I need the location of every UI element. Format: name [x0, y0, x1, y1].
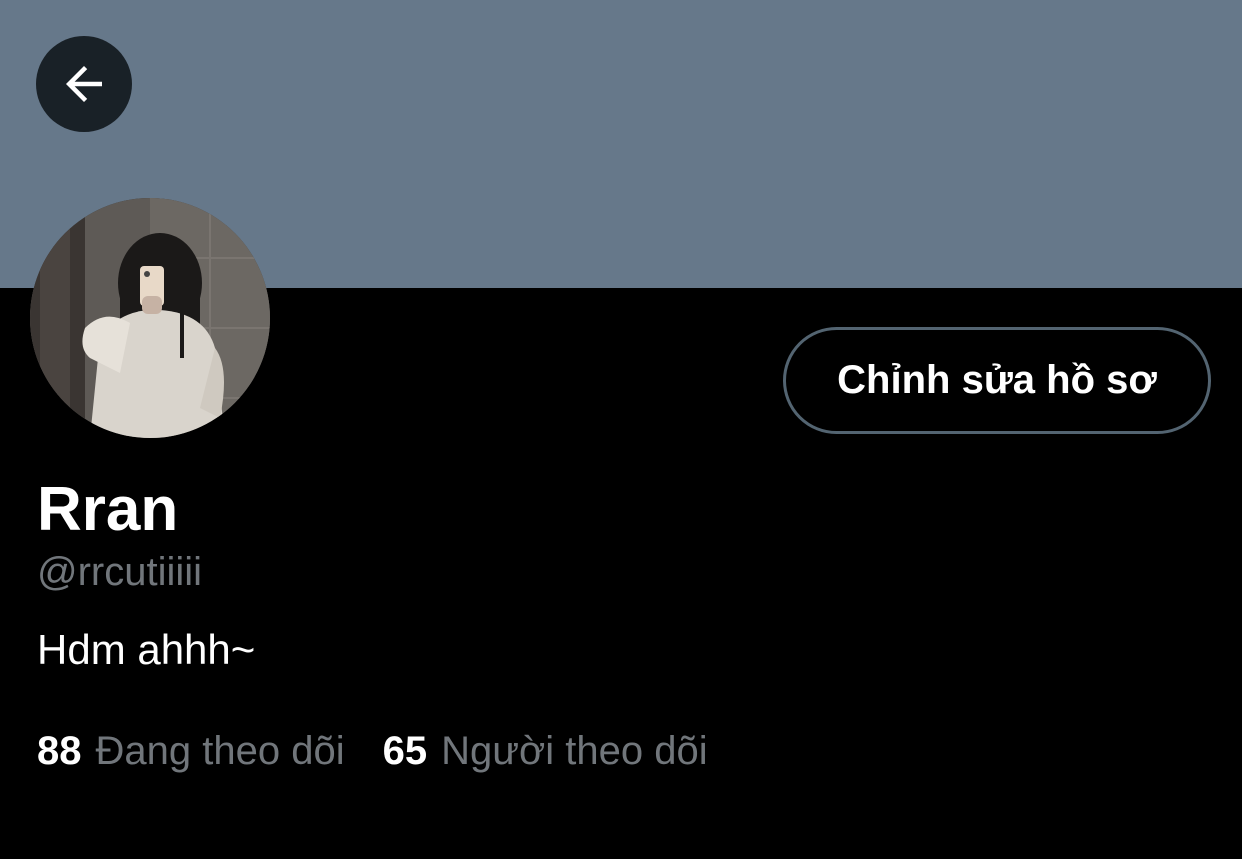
profile-photo [30, 198, 270, 438]
avatar[interactable] [30, 198, 270, 438]
following-link[interactable]: 88 Đang theo dõi [37, 727, 345, 775]
edit-profile-button[interactable]: Chỉnh sửa hồ sơ [783, 327, 1211, 434]
arrow-left-icon [66, 66, 102, 102]
back-button[interactable] [36, 36, 132, 132]
following-count: 88 [37, 729, 82, 773]
username-handle: @rrcutiiiii [37, 550, 203, 594]
profile-stats: 88 Đang theo dõi 65 Người theo dõi [37, 727, 708, 775]
following-label: Đang theo dõi [95, 729, 345, 773]
followers-label: Người theo dõi [441, 729, 708, 773]
display-name: Rran [37, 475, 179, 544]
followers-count: 65 [382, 729, 428, 773]
bio-text: Hdm ahhh~ [37, 626, 256, 673]
followers-link[interactable]: 65 Người theo dõi [383, 727, 708, 775]
